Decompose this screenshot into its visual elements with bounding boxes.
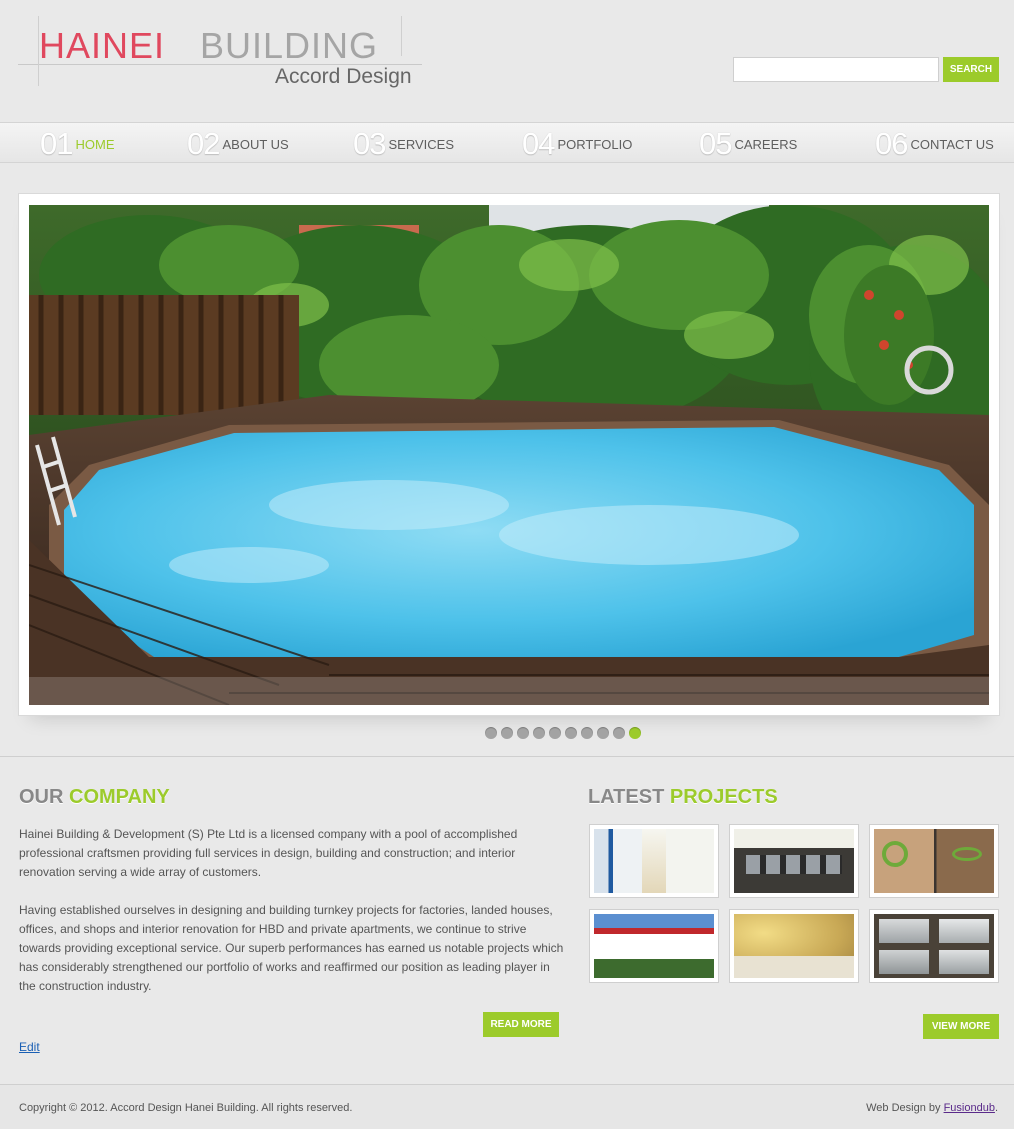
header: HAINEI BUILDING Accord Design SEARCH [0,0,1014,122]
thumbnail-image-building-exterior [594,914,714,978]
nav-label: PORTFOLIO [557,136,633,152]
nav-item-about-us[interactable]: 02 ABOUT US [187,123,289,163]
logo-text-building: BUILDING [200,25,379,66]
nav-label: ABOUT US [222,136,289,152]
heading-word-accent: COMPANY [69,786,170,808]
nav-item-careers[interactable]: 05 CAREERS [699,123,797,163]
nav-item-services[interactable]: 03 SERVICES [353,123,454,163]
logo[interactable]: HAINEI BUILDING Accord Design [18,16,422,90]
nav-label: CAREERS [734,136,798,152]
slider-dot[interactable] [517,727,529,739]
slider-dot[interactable] [533,727,545,739]
slider-dot[interactable] [613,727,625,739]
design-credit: Web Design by Fusiondub. [866,1102,998,1114]
edit-link[interactable]: Edit [19,1040,40,1054]
company-description: Hainei Building & Development (S) Pte Lt… [19,825,564,1015]
nav-number: 05 [699,125,732,161]
nav-label: CONTACT US [910,136,994,152]
logo-text-hainei: HAINEI [39,25,166,66]
nav-number: 01 [40,125,73,161]
nav-label: SERVICES [388,136,454,152]
projects-heading: LATEST PROJECTS [588,787,778,807]
slide-image-pool[interactable] [29,205,989,705]
credit-suffix: . [994,1102,998,1114]
nav-item-home[interactable]: 01 HOME [40,123,114,163]
thumbnail-image-reception-logo [874,829,994,893]
heading-word: OUR [19,786,64,808]
nav-number: 02 [187,125,220,161]
search-input[interactable] [733,57,939,82]
project-thumbnail[interactable] [729,909,859,983]
project-thumbnail[interactable] [589,824,719,898]
slider-dot[interactable] [597,727,609,739]
logo-guide-line [401,16,402,56]
nav-item-contact-us[interactable]: 06 CONTACT US [875,123,994,163]
slider-dot[interactable] [581,727,593,739]
credit-link[interactable]: Fusiondub [944,1102,995,1114]
nav-label: HOME [75,136,115,152]
slider-pagination [485,727,645,739]
nav-number: 03 [353,125,386,161]
copyright-text: Copyright © 2012. Accord Design Hanei Bu… [19,1102,353,1114]
view-more-button[interactable]: VIEW MORE [923,1014,999,1039]
logo-subtitle: Accord Design [275,65,412,88]
section-divider [0,756,1014,757]
read-more-button[interactable]: READ MORE [483,1012,559,1037]
pool-illustration [29,205,989,705]
thumbnail-image-open-office [734,829,854,893]
slider-dot-active[interactable] [629,727,641,739]
thumbnail-image-yellow-room [734,914,854,978]
company-paragraph: Having established ourselves in designin… [19,903,564,993]
company-paragraph: Hainei Building & Development (S) Pte Lt… [19,827,518,879]
thumbnail-image-glass-panels [874,914,994,978]
nav-number: 06 [875,125,908,161]
project-thumbnail[interactable] [729,824,859,898]
heading-word-accent: PROJECTS [669,786,778,808]
slider-dot[interactable] [549,727,561,739]
company-heading: OUR COMPANY [19,787,170,807]
hero-slider[interactable] [18,193,1000,716]
heading-word: LATEST [588,786,665,808]
footer: Copyright © 2012. Accord Design Hanei Bu… [0,1084,1014,1129]
project-thumbnail[interactable] [869,909,999,983]
main-nav: 01 HOME 02 ABOUT US 03 SERVICES 04 PORTF… [0,122,1014,163]
thumbnail-image-glass-corridor [594,829,714,893]
credit-prefix: Web Design by [866,1102,944,1114]
slider-dot[interactable] [485,727,497,739]
nav-item-portfolio[interactable]: 04 PORTFOLIO [522,123,632,163]
slider-dot[interactable] [565,727,577,739]
nav-number: 04 [522,125,555,161]
search-button[interactable]: SEARCH [943,57,999,82]
slider-dot[interactable] [501,727,513,739]
project-thumbnail[interactable] [869,824,999,898]
project-thumbnail[interactable] [589,909,719,983]
slide-caption-bar [29,677,989,705]
